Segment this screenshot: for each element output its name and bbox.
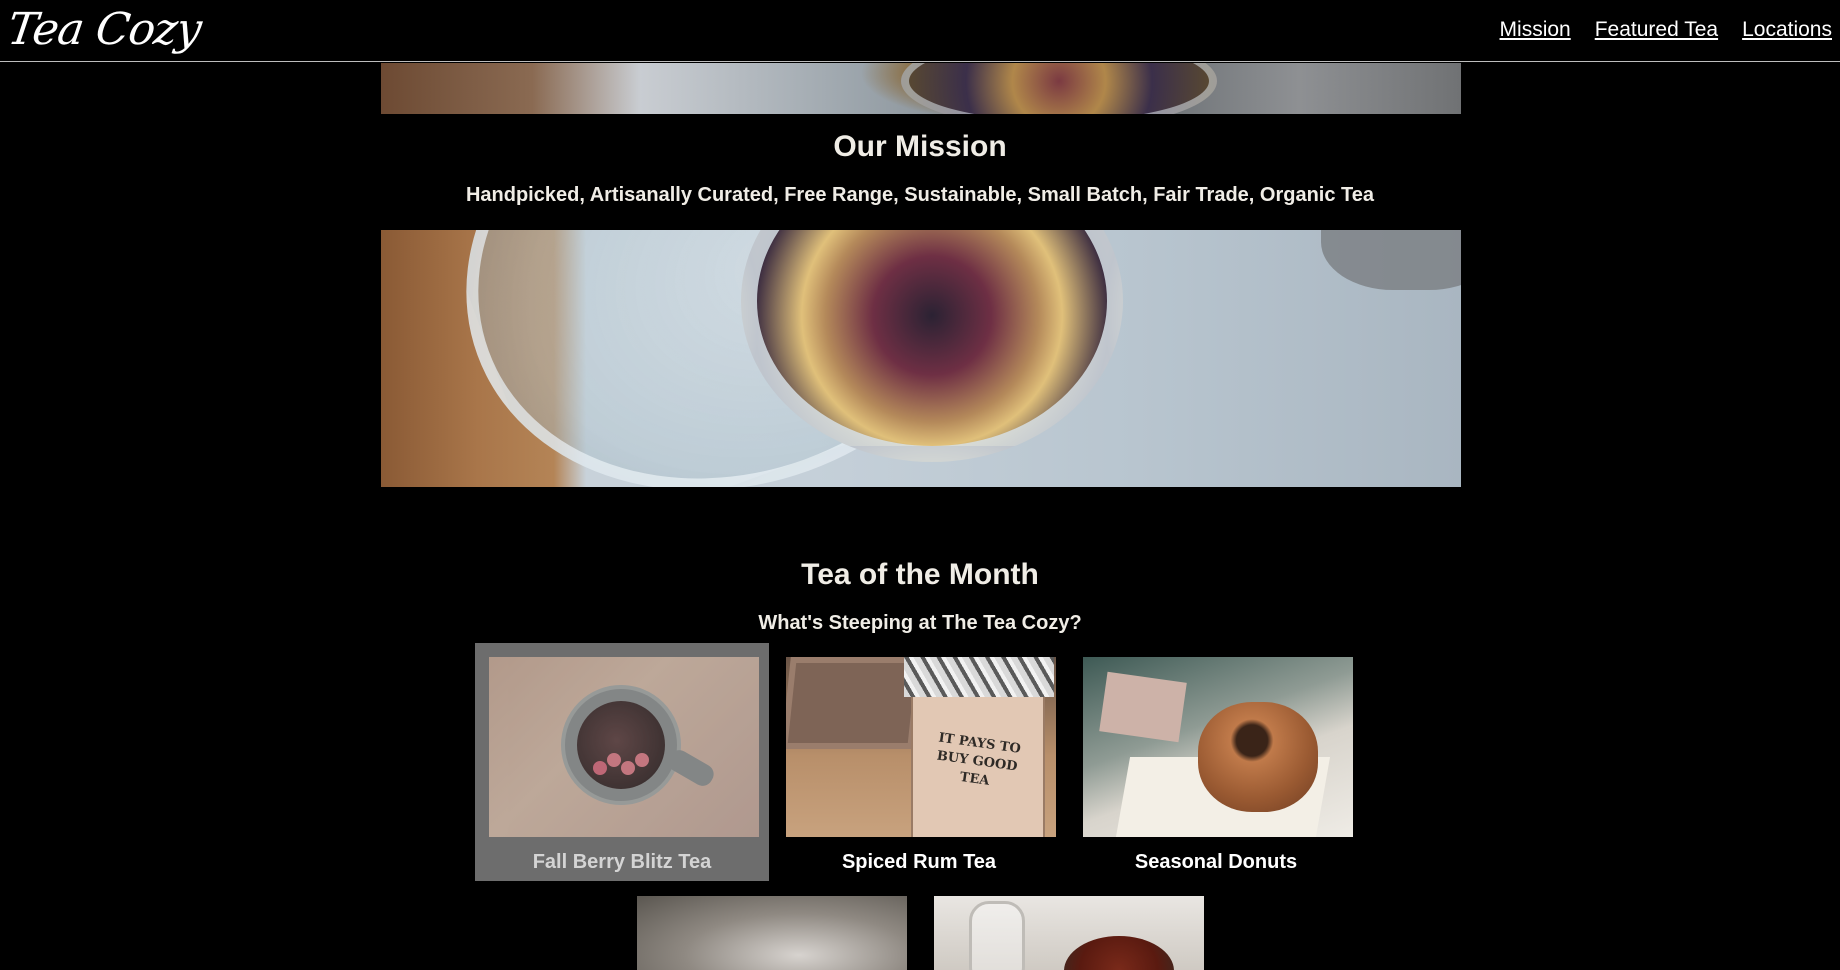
wooden-tray-shape [786,657,923,749]
tea-card-partial-image[interactable] [934,896,1204,970]
nav-link-locations[interactable]: Locations [1742,18,1832,42]
berry-shape [621,761,635,775]
tea-cup-shape [1064,936,1174,970]
mug-handle-shape [664,746,718,790]
wooden-box-shape: IT PAYS TO BUY GOOD TEA [911,687,1045,837]
fall-berry-blitz-image [489,657,759,837]
header-banner-image [381,63,1461,114]
tea-card-label: Fall Berry Blitz Tea [532,851,712,873]
tea-card-spiced-rum[interactable]: IT PAYS TO BUY GOOD TEA Spiced Rum Tea [772,643,1066,881]
nav-link-featured-tea[interactable]: Featured Tea [1595,18,1718,42]
mission-title: Our Mission [833,130,1007,163]
box-printed-text: IT PAYS TO BUY GOOD TEA [935,730,1022,789]
logo[interactable]: Tea Cozy [4,4,204,55]
nav-link-mission[interactable]: Mission [1500,18,1571,42]
tea-card-label: Spiced Rum Tea [841,851,997,873]
main-nav: Mission Featured Tea Locations [1500,18,1832,42]
mug-shape [561,685,681,805]
glass-bottle-shape [969,901,1025,970]
foil-bag-shape [904,657,1054,697]
note-card-shape [1099,671,1187,743]
tea-of-month-title: Tea of the Month [801,558,1039,591]
seasonal-donuts-image [1083,657,1353,837]
tea-card-partial-image[interactable] [637,896,907,970]
berry-shape [635,753,649,767]
berry-shape [593,761,607,775]
donut-shape [1198,702,1318,812]
tea-of-month-subtitle: What's Steeping at The Tea Cozy? [758,612,1082,634]
mission-banner-image [381,230,1461,487]
berry-shape [607,753,621,767]
tea-card-label: Seasonal Donuts [1134,851,1298,873]
mission-subtitle: Handpicked, Artisanally Curated, Free Ra… [465,184,1375,206]
site-header: Tea Cozy Mission Featured Tea Locations [0,0,1840,62]
tea-card-fall-berry-blitz[interactable]: Fall Berry Blitz Tea [475,643,769,881]
tea-card-seasonal-donuts[interactable]: Seasonal Donuts [1069,643,1363,881]
cloth-shape [1321,230,1461,290]
spiced-rum-image: IT PAYS TO BUY GOOD TEA [786,657,1056,837]
tea-jar-image-detail [901,63,1217,114]
